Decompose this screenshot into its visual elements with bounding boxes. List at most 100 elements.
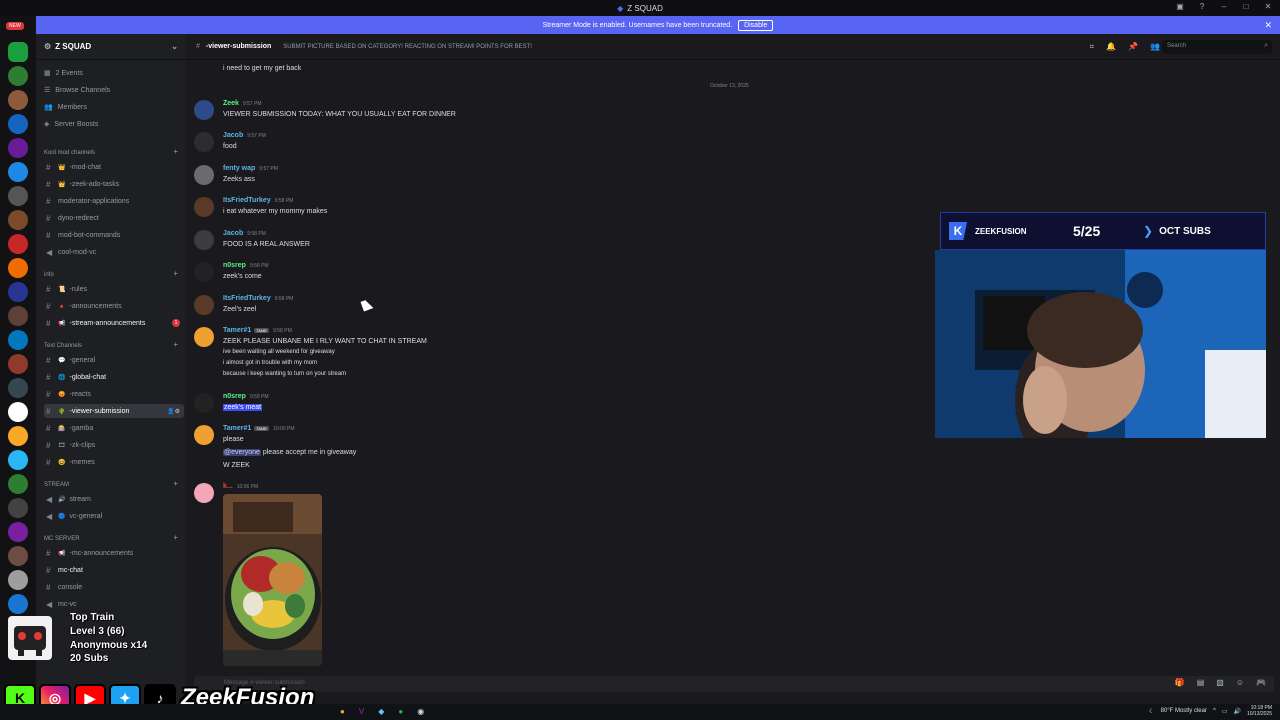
- inbox-icon[interactable]: ▣: [1174, 2, 1186, 11]
- channel-global-chat[interactable]: # 🌐 -global-chat: [44, 370, 184, 384]
- server-icon[interactable]: [8, 450, 28, 470]
- volume-icon[interactable]: 🔊: [1233, 708, 1240, 715]
- sticker-icon[interactable]: ▧: [1216, 678, 1224, 687]
- channel-topic[interactable]: SUBMIT PICTURE BASED ON CATEGORY! REACTI…: [283, 44, 532, 50]
- server-icon[interactable]: [8, 474, 28, 494]
- server-icon[interactable]: [8, 570, 28, 590]
- username[interactable]: fenty wap: [223, 165, 255, 172]
- server-icon[interactable]: [8, 162, 28, 182]
- threads-icon[interactable]: ⌗: [1090, 42, 1095, 52]
- banner-close-icon[interactable]: ✕: [1264, 20, 1272, 31]
- channel-moderator-applications[interactable]: # moderator-applications: [44, 194, 184, 208]
- username[interactable]: Jacob: [223, 230, 243, 237]
- spotify-icon[interactable]: ●: [398, 707, 403, 716]
- add-channel-icon[interactable]: +: [173, 533, 178, 542]
- browse-channels-item[interactable]: ☰ Browse Channels: [44, 86, 110, 95]
- channel-mod-chat[interactable]: # 👑 -mod-chat: [44, 160, 184, 174]
- category-info[interactable]: info: [44, 272, 54, 278]
- channel-gamba[interactable]: # 🎰 -gamba: [44, 421, 184, 435]
- steam-icon[interactable]: ◆: [378, 707, 384, 716]
- category-mod[interactable]: Kool mod channels: [44, 150, 95, 156]
- channel-announcements[interactable]: # 🔺 -announcements: [44, 299, 184, 313]
- gift-icon[interactable]: 🎁: [1175, 678, 1185, 687]
- username[interactable]: ItsFriedTurkey: [223, 295, 271, 302]
- channel-zk-clips[interactable]: # 🎞 -zk-clips: [44, 438, 184, 452]
- server-icon-k[interactable]: [8, 42, 28, 62]
- channel-mc-vc[interactable]: ◀ mc-vc: [44, 597, 184, 611]
- obs-icon[interactable]: ◉: [417, 707, 424, 716]
- gif-icon[interactable]: ▤: [1197, 678, 1205, 687]
- add-channel-icon[interactable]: +: [173, 147, 178, 156]
- server-icon[interactable]: [8, 90, 28, 110]
- server-icon[interactable]: [8, 330, 28, 350]
- channel-dyno-redirect[interactable]: # dyno-redirect: [44, 211, 184, 225]
- avatar[interactable]: [194, 483, 214, 503]
- server-icon[interactable]: [8, 522, 28, 542]
- close-button[interactable]: ✕: [1262, 2, 1274, 11]
- channel-vc-general[interactable]: ◀ 🔵 vc-general: [44, 509, 184, 523]
- username[interactable]: Jacob: [223, 132, 243, 139]
- channel-viewer-submission[interactable]: # 🌵 -viewer-submission 👤⚙: [44, 404, 184, 418]
- server-icon[interactable]: [8, 258, 28, 278]
- avatar[interactable]: [194, 295, 214, 315]
- username[interactable]: Tamer#1: [223, 425, 251, 432]
- emoji-icon[interactable]: ☺: [1236, 678, 1244, 687]
- channel-mc-chat[interactable]: # mc-chat: [44, 563, 184, 577]
- server-icon[interactable]: [8, 114, 28, 134]
- server-icon[interactable]: [8, 378, 28, 398]
- avatar[interactable]: [194, 393, 214, 413]
- category-text[interactable]: Text Channels: [44, 343, 82, 349]
- vpn-icon[interactable]: V: [359, 707, 364, 716]
- events-item[interactable]: ▦ 2 Events: [44, 69, 83, 78]
- server-icon[interactable]: [8, 354, 28, 374]
- avatar[interactable]: [194, 327, 214, 347]
- channel-console[interactable]: # console: [44, 580, 184, 594]
- category-mc[interactable]: MC SERVER: [44, 536, 80, 542]
- tray-chevron-icon[interactable]: ^: [1213, 708, 1216, 714]
- search-input[interactable]: Search ⌕: [1162, 40, 1272, 54]
- add-channel-icon[interactable]: +: [173, 340, 178, 349]
- avatar[interactable]: [194, 197, 214, 217]
- server-icon[interactable]: [8, 402, 28, 422]
- username[interactable]: k...: [223, 483, 233, 490]
- avatar[interactable]: [194, 100, 214, 120]
- category-stream[interactable]: STREAM: [44, 482, 69, 488]
- app-icon[interactable]: ●: [340, 707, 345, 716]
- username[interactable]: n0srep: [223, 393, 246, 400]
- channel-memes[interactable]: # 😆 -memes: [44, 455, 184, 469]
- maximize-button[interactable]: □: [1240, 2, 1252, 11]
- help-icon[interactable]: ?: [1196, 2, 1208, 11]
- members-item[interactable]: 👥 Members: [44, 103, 87, 112]
- channel-reacts[interactable]: # 😡 -reacts: [44, 387, 184, 401]
- server-icon[interactable]: [8, 498, 28, 518]
- server-icon-zsquad[interactable]: [8, 282, 28, 302]
- server-icon[interactable]: [8, 186, 28, 206]
- network-icon[interactable]: ▭: [1222, 708, 1228, 715]
- members-icon[interactable]: 👥: [1150, 42, 1160, 52]
- disable-button[interactable]: Disable: [738, 19, 774, 31]
- minimize-button[interactable]: –: [1218, 2, 1230, 11]
- channel-settings-icon[interactable]: 👤⚙: [167, 408, 180, 415]
- food-photo-attachment[interactable]: [223, 494, 322, 666]
- username[interactable]: ItsFriedTurkey: [223, 197, 271, 204]
- bell-icon[interactable]: 🔔: [1106, 42, 1116, 52]
- username[interactable]: n0srep: [223, 262, 246, 269]
- channel-mc-announcements[interactable]: # 📢 -mc-announcements: [44, 546, 184, 560]
- server-icon[interactable]: [8, 138, 28, 158]
- clock[interactable]: 10:18 PM 10/13/2025: [1247, 705, 1272, 717]
- channel-zeek-ado-tasks[interactable]: # 👑 -zeek-ado-tasks: [44, 177, 184, 191]
- channel-stream-announcements[interactable]: # 📢 -stream-announcements 1: [44, 316, 184, 330]
- channel-cool-mod-vc[interactable]: ◀ cool-mod-vc: [44, 245, 184, 259]
- server-icon[interactable]: [8, 234, 28, 254]
- server-icon[interactable]: [8, 546, 28, 566]
- avatar[interactable]: [194, 132, 214, 152]
- server-icon[interactable]: [8, 210, 28, 230]
- avatar[interactable]: [194, 230, 214, 250]
- server-icon[interactable]: [8, 66, 28, 86]
- apps-icon[interactable]: 🎮: [1256, 678, 1266, 687]
- server-icon[interactable]: [8, 594, 28, 614]
- server-boosts-item[interactable]: ◈ Server Boosts: [44, 120, 98, 129]
- everyone-mention[interactable]: @everyone: [223, 449, 261, 456]
- add-channel-icon[interactable]: +: [173, 269, 178, 278]
- channel-rules[interactable]: # 📜 -rules: [44, 282, 184, 296]
